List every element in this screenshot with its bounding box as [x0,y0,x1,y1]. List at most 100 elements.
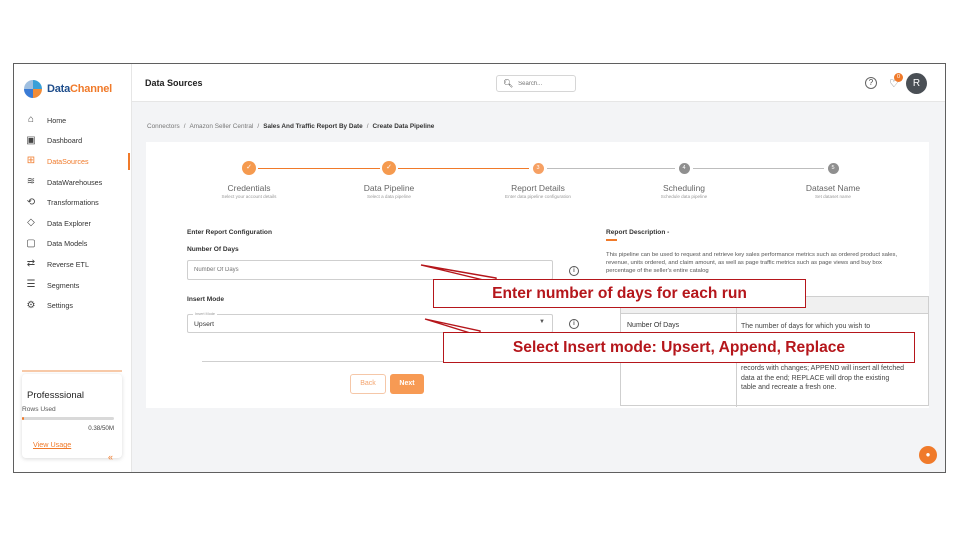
rows-used-label: Rows Used [22,406,56,413]
sidebar-item-label: Home [47,115,67,125]
stepper-connector [258,168,380,169]
sidebar-item-label: Transformations [47,198,99,208]
sidebar-item-label: Reverse ETL [47,259,89,269]
back-button[interactable]: Back [350,374,386,394]
report-description-title: Report Description - [606,229,670,236]
view-usage-link[interactable]: View Usage [33,440,71,449]
sidebar-item-label: Data Explorer [47,218,91,228]
breadcrumb-item[interactable]: Connectors [147,123,180,130]
sidebar-item-settings[interactable]: ⚙ Settings [14,295,132,316]
parameters-table-header [621,297,928,314]
step-title: Scheduling [662,183,706,193]
pipeline-card: ✓ Credentials Select your account details ✓… [146,142,929,408]
insert-mode-info-icon[interactable]: i [569,319,579,329]
insert-mode-desc-cell: records with changes; APPEND will insert… [741,365,905,391]
data-models-icon: ▢ [26,237,36,249]
report-description-text: This pipeline can be used to request and… [606,252,898,275]
top-header: Data Sources 🔍︎ ? ♡ 0 R [132,64,945,102]
sidebar-item-datasources[interactable]: ⊞ DataSources [14,151,132,172]
param-name-cell: Number Of Days [627,322,680,329]
insert-mode-legend: Insert Mode [193,312,218,316]
stepper-connector [693,168,824,169]
breadcrumb-item[interactable]: Amazon Seller Central [189,123,253,130]
form-divider [202,361,554,362]
segments-icon: ☰ [26,279,36,291]
step-subtitle: Set dataset name [814,194,851,199]
insert-mode-select[interactable]: Insert Mode Upsert ▼ [187,312,553,333]
datachannel-logo-icon [24,80,42,98]
search-input[interactable] [518,80,569,87]
breadcrumb-item[interactable]: Sales And Traffic Report By Date [263,123,363,130]
sidebar-item-data-models[interactable]: ▢ Data Models [14,234,132,255]
insert-mode-label: Insert Mode [187,296,225,303]
parameters-table: Number Of Days The number of days for wh… [620,296,929,407]
sidebar-item-label: DataSources [47,156,89,166]
step-number-badge: 4 [678,163,690,174]
sidebar-item-reverse-etl[interactable]: ⇄ Reverse ETL [14,254,132,275]
brand-name: DataChannel [47,83,113,95]
plan-divider [22,370,122,372]
step-title: Report Details [511,183,565,193]
stepper-connector [398,168,529,169]
breadcrumb-separator: / [183,123,186,130]
days-info-icon[interactable]: i [569,266,579,276]
plan-card: Professsional Rows Used 0.38/50M View Us… [22,370,122,458]
breadcrumb-separator: / [257,123,260,130]
days-label: Number Of Days [187,246,239,253]
sidebar-item-segments[interactable]: ☰ Segments [14,275,132,296]
brand-logo[interactable]: DataChannel [24,80,112,98]
sidebar-item-label: Dashboard [47,136,83,146]
step-subtitle: Schedule data pipeline [660,194,708,199]
config-section-title: Enter Report Configuration [187,229,272,236]
description-underline [606,239,617,241]
home-icon: ⌂ [27,114,35,126]
chat-icon[interactable]: ● [919,446,937,464]
step-number-badge: 3 [532,163,544,174]
usage-progress [22,417,114,420]
datasources-icon: ⊞ [26,155,36,167]
sidebar-item-label: Segments [47,280,80,290]
step-check-icon: ✓ [242,161,256,175]
help-icon[interactable]: ? [865,77,877,89]
dashboard-icon: ▣ [26,134,36,146]
sidebar-item-data-explorer[interactable]: ◇ Data Explorer [14,213,132,234]
sidebar-nav: ⌂ Home ▣ Dashboard ⊞ DataSources ≋ DataWarehous… [14,110,132,316]
search-box[interactable]: 🔍︎ [496,75,576,92]
table-column-divider [736,297,737,407]
next-button[interactable]: Next [390,374,424,394]
rows-used-value: 0.38/50M [88,425,114,432]
sidebar-item-label: DataWarehouses [47,177,103,187]
sidebar-item-home[interactable]: ⌂ Home [14,110,132,131]
stepper-connector [547,168,675,169]
app-window: DataChannel ⌂ Home ▣ Dashboard ⊞ DataSources ≋… [13,63,946,473]
avatar[interactable]: R [906,73,927,94]
number-of-days-input[interactable] [187,260,553,280]
param-desc-cell: The number of days for which you wish to [741,323,871,330]
insert-mode-value: Upsert [194,321,215,328]
sidebar-item-dashboard[interactable]: ▣ Dashboard [14,131,132,152]
search-icon: 🔍︎ [503,79,514,88]
page-title: Data Sources [145,78,203,88]
plan-title: Professsional [27,390,85,401]
data-explorer-icon: ◇ [27,217,35,229]
step-subtitle: Select your account details [221,194,277,199]
step-title: Data Pipeline [363,183,415,193]
step-title: Credentials [227,183,271,193]
breadcrumb-item: Create Data Pipeline [372,123,435,130]
sidebar-item-datawarehouses[interactable]: ≋ DataWarehouses [14,172,132,193]
chevron-down-icon: ▼ [539,319,545,325]
sidebar-item-label: Settings [47,301,73,311]
step-subtitle: Enter data pipeline configuration [505,194,571,199]
sidebar-item-transformations[interactable]: ⟲ Transformations [14,192,132,213]
collapse-sidebar-icon[interactable]: « [108,452,113,462]
notification-badge: 0 [894,73,903,82]
sidebar-item-label: Data Models [47,239,88,249]
settings-icon: ⚙ [26,299,36,311]
reverse-etl-icon: ⇄ [26,258,36,270]
datawarehouses-icon: ≋ [26,176,36,188]
usage-progress-fill [22,417,24,420]
sidebar: DataChannel ⌂ Home ▣ Dashboard ⊞ DataSources ≋… [14,64,132,472]
step-title: Dataset Name [805,183,861,193]
step-subtitle: Select a data pipeline [367,194,411,199]
step-number-badge: 5 [827,163,839,174]
